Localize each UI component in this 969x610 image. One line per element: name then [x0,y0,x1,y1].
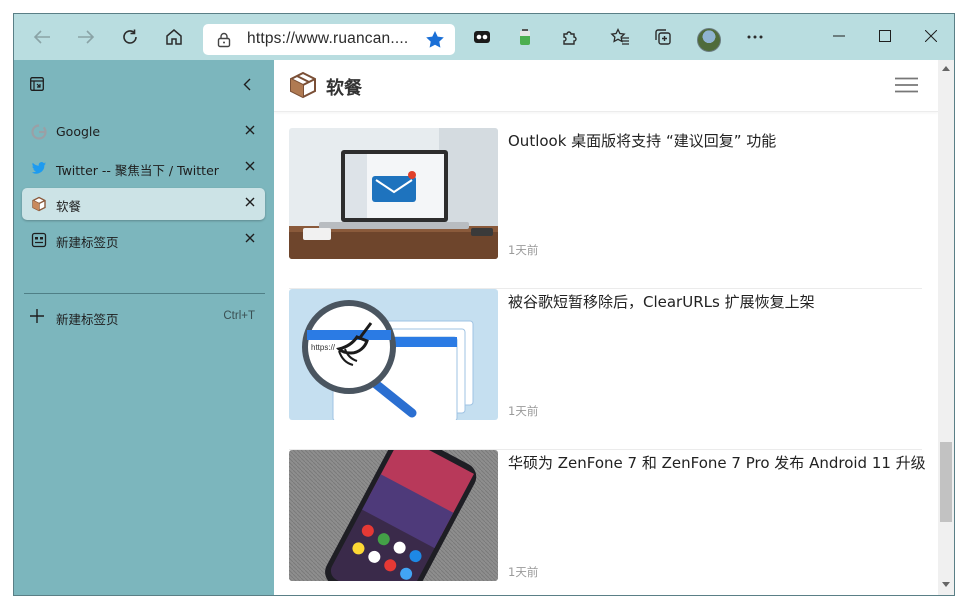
browser-window: https://www.ruancan.... Google Twitter -… [13,13,955,596]
tabs-panel-header [14,60,274,110]
lock-icon[interactable] [217,32,231,48]
maximize-icon [879,30,891,42]
hamburger-menu-icon[interactable] [895,77,918,93]
favorite-star-icon[interactable] [425,30,445,49]
address-bar[interactable]: https://www.ruancan.... [203,24,455,55]
extensions-button[interactable] [555,23,585,51]
article-thumbnail[interactable] [289,450,498,581]
back-arrow-icon [33,30,50,44]
new-tab-shortcut: Ctrl+T [223,310,255,322]
article-thumbnail[interactable]: https:// [289,289,498,420]
extension-icon [474,31,490,43]
article-time: 1天前 [508,404,539,418]
article-time: 1天前 [508,565,539,579]
article-item[interactable]: 华硕为 ZenFone 7 和 ZenFone 7 Pro 发布 Android… [289,450,926,595]
ruancan-icon [32,196,46,212]
back-button[interactable] [27,23,57,51]
new-tab-label: 新建标签页 [56,312,119,327]
more-button[interactable] [740,23,770,51]
maximize-button[interactable] [870,21,900,51]
puzzle-icon [563,31,577,45]
home-icon [166,29,182,45]
article-title[interactable]: Outlook 桌面版将支持 “建议回复” 功能 [508,130,776,151]
refresh-button[interactable] [115,23,145,51]
svg-text:https://: https:// [311,343,336,352]
favorites-icon [610,28,629,45]
close-tab-icon[interactable] [245,161,255,171]
forward-arrow-icon [78,30,95,44]
battery-icon [520,29,530,45]
tab-title: Twitter -- 聚焦当下 / Twitter [56,163,219,178]
scroll-down-arrow-icon[interactable] [942,582,950,587]
tab-twitter[interactable]: Twitter -- 聚焦当下 / Twitter [22,152,265,184]
minimize-icon [833,35,845,37]
tab-title: Google [56,124,101,139]
scroll-up-arrow-icon[interactable] [942,66,950,71]
collapse-panel-icon[interactable] [243,78,251,91]
tabs-divider [24,293,265,294]
tab-title: 新建标签页 [56,235,119,250]
tab-ruancan[interactable]: 软餐 [22,188,265,220]
browser-toolbar: https://www.ruancan.... [14,14,954,60]
close-icon [925,30,937,42]
battery-extension-button[interactable] [510,23,540,51]
article-title[interactable]: 被谷歌短暂移除后，ClearURLs 扩展恢复上架 [508,291,815,312]
close-tab-icon[interactable] [245,197,255,207]
new-tab-page-icon [31,232,47,248]
site-header: 软餐 [274,60,938,112]
tab-google[interactable]: Google [22,116,265,148]
page-content: 软餐 Outlook 桌面版将支持 “建议回复” 功能 1天前 https://… [274,60,938,595]
more-icon [747,35,763,39]
tab-new-tab-page[interactable]: 新建标签页 [22,224,265,256]
plus-icon [30,309,44,323]
new-tab-button[interactable]: 新建标签页 Ctrl+T [22,302,265,330]
favorites-button[interactable] [605,23,635,51]
page-scrollbar[interactable] [938,60,954,595]
profile-avatar[interactable] [697,28,721,52]
refresh-icon [123,29,137,44]
google-icon [31,124,47,140]
close-window-button[interactable] [916,21,946,51]
tab-title: 软餐 [56,199,82,214]
extension-button[interactable] [467,23,497,51]
forward-button[interactable] [71,23,101,51]
collections-icon [655,29,671,45]
article-item[interactable]: Outlook 桌面版将支持 “建议回复” 功能 1天前 [289,128,922,289]
close-tab-icon[interactable] [245,125,255,135]
close-tab-icon[interactable] [245,233,255,243]
vertical-tabs-panel: Google Twitter -- 聚焦当下 / Twitter 软餐 新建标签… [14,60,274,595]
tab-actions-icon[interactable] [30,77,44,91]
article-item[interactable]: https:// 被谷歌短暂移除后，ClearURLs 扩展恢复上架 1天前 [289,289,922,450]
article-title[interactable]: 华硕为 ZenFone 7 和 ZenFone 7 Pro 发布 Android… [508,452,926,473]
scrollbar-thumb[interactable] [940,442,952,522]
collections-button[interactable] [648,23,678,51]
home-button[interactable] [159,23,189,51]
article-thumbnail[interactable] [289,128,498,259]
site-logo-icon[interactable] [288,71,318,99]
minimize-button[interactable] [824,21,854,51]
twitter-icon [31,162,46,174]
article-time: 1天前 [508,243,539,257]
url-text[interactable]: https://www.ruancan.... [247,30,408,48]
site-name[interactable]: 软餐 [326,74,362,100]
